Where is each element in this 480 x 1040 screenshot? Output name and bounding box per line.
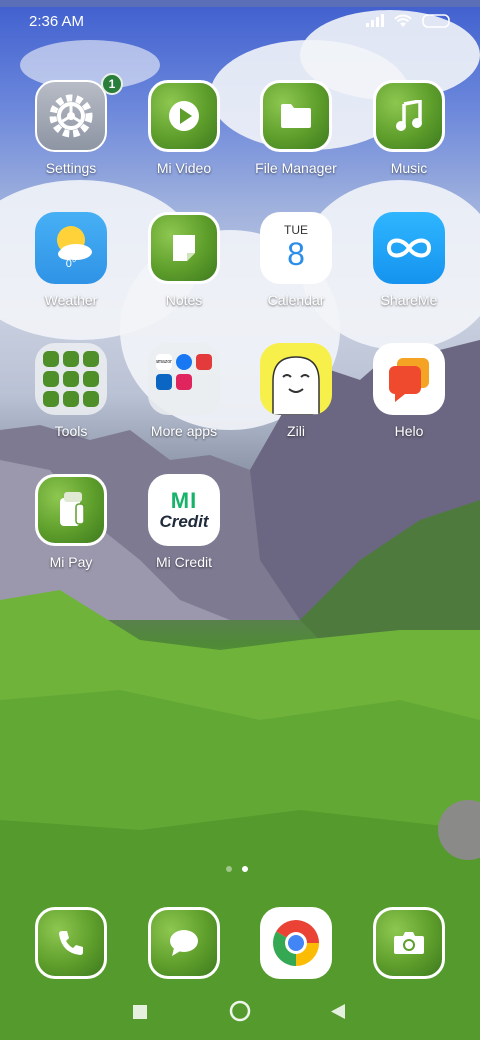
dock-messaging[interactable] <box>148 907 220 979</box>
app-label: Mi Video <box>156 160 212 176</box>
g-app-icon <box>176 374 192 390</box>
app-calendar[interactable]: TUE 8 Calendar <box>241 212 353 332</box>
status-time: 2:36 AM <box>29 13 85 30</box>
app-file-manager[interactable]: File Manager <box>241 80 353 200</box>
app-notes[interactable]: Notes <box>129 212 241 332</box>
app-label: Settings <box>45 160 97 176</box>
message-bubble-icon <box>170 930 198 956</box>
mi-credit-logo-top: MI <box>170 487 198 513</box>
battery-icon <box>422 13 450 28</box>
app-label: Zili <box>287 423 305 439</box>
app-zili[interactable]: Zili <box>241 343 353 463</box>
mi-credit-logo-icon: MI Credit <box>148 474 220 546</box>
app-mi-pay[interactable]: Mi Pay <box>16 474 128 594</box>
zili-face-icon <box>260 343 332 415</box>
mi-credit-logo-bottom: Credit <box>159 511 209 531</box>
app-label: ShareMe <box>380 292 438 308</box>
music-note-icon <box>373 80 445 152</box>
app-label: Helo <box>394 423 424 439</box>
app-label: More apps <box>150 423 218 439</box>
dock-phone[interactable] <box>35 907 107 979</box>
phone-icon <box>59 931 83 955</box>
dock <box>0 905 480 985</box>
folder-more-apps[interactable]: amazon More apps <box>129 343 241 463</box>
wallet-icon <box>35 474 107 546</box>
navigation-bar <box>0 990 480 1036</box>
infinity-icon <box>373 212 445 284</box>
folder-icon <box>260 80 332 152</box>
notification-badge: 1 <box>101 73 123 95</box>
amazon-icon: amazon <box>156 354 172 370</box>
app-music[interactable]: Music <box>354 80 466 200</box>
app-helo[interactable]: Helo <box>354 343 466 463</box>
signal-icon <box>366 14 384 27</box>
page-indicator <box>226 866 248 872</box>
dock-camera[interactable] <box>373 907 445 979</box>
gear-icon <box>35 80 107 152</box>
home-screen: 2:36 AM 1 Settings Mi Video File Manager… <box>0 0 480 1040</box>
play-icon <box>148 80 220 152</box>
chat-bubbles-icon <box>373 343 445 415</box>
page-dot-active[interactable] <box>242 866 248 872</box>
folder-grid-icon: amazon <box>148 343 220 415</box>
note-icon <box>148 212 220 284</box>
calendar-icon: TUE 8 <box>260 212 332 284</box>
chrome-icon <box>273 920 319 966</box>
app-label: Weather <box>44 292 98 308</box>
folder-tools[interactable]: Tools <box>16 343 128 463</box>
calendar-day: TUE <box>284 223 308 237</box>
calendar-date: 8 <box>287 236 305 272</box>
app-shareme[interactable]: ShareMe <box>354 212 466 332</box>
app-mi-credit[interactable]: MI Credit Mi Credit <box>129 474 241 594</box>
app-label: Calendar <box>267 292 325 308</box>
page-dot[interactable] <box>226 866 232 872</box>
status-bar: 2:36 AM <box>0 7 480 35</box>
wps-icon <box>196 354 212 370</box>
linkedin-icon <box>156 374 172 390</box>
app-label: Tools <box>54 423 88 439</box>
app-label: Mi Credit <box>155 554 212 570</box>
app-label: File Manager <box>255 160 337 176</box>
weather-temperature: 0° <box>65 258 77 270</box>
app-settings[interactable]: 1 Settings <box>16 73 128 200</box>
app-mi-video[interactable]: Mi Video <box>129 80 241 200</box>
home-icon[interactable] <box>229 1000 251 1022</box>
dock-chrome[interactable] <box>260 907 332 979</box>
back-icon[interactable] <box>330 1003 346 1020</box>
app-label: Music <box>390 160 428 176</box>
app-label: Notes <box>165 292 203 308</box>
recents-icon[interactable] <box>132 1004 148 1020</box>
facebook-icon <box>176 354 192 370</box>
app-label: Mi Pay <box>49 554 93 570</box>
wifi-icon <box>394 14 412 27</box>
folder-grid-icon <box>35 343 107 415</box>
app-weather[interactable]: 0° Weather <box>16 212 128 332</box>
sun-cloud-icon: 0° <box>35 212 107 284</box>
camera-icon <box>394 932 424 954</box>
